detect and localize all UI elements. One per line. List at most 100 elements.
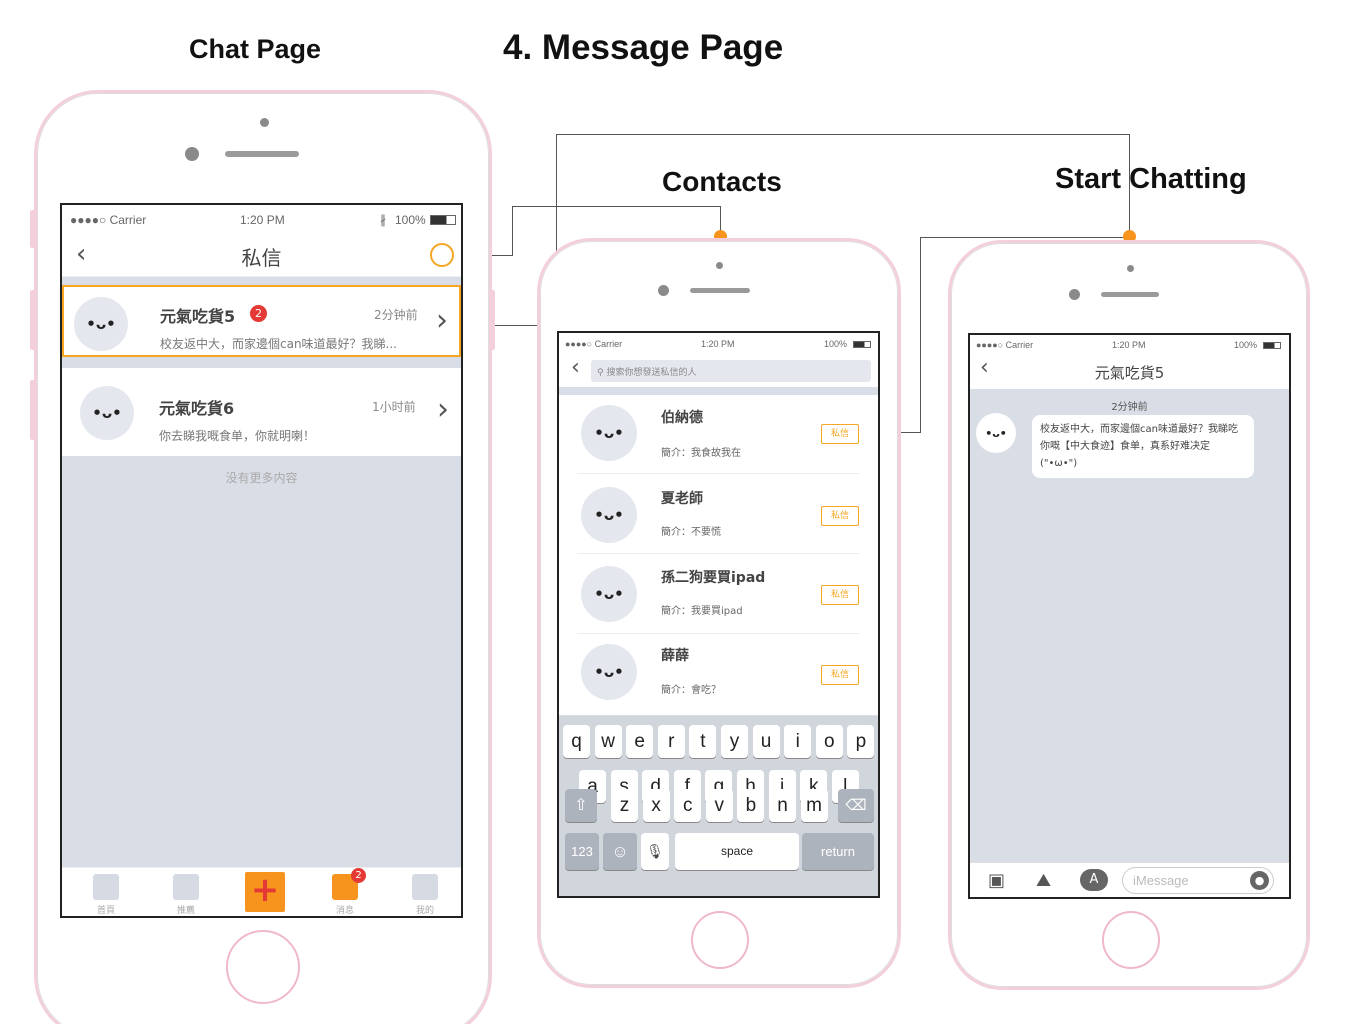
contact-name: 伯納德 [661, 410, 703, 426]
message-timestamp: 2分钟前 [1111, 402, 1148, 413]
key-v[interactable]: v [705, 789, 733, 822]
tab-profile[interactable]: 我的 [405, 874, 445, 916]
key-p[interactable]: p [847, 725, 875, 758]
conversation-title: 元氣吃貨5 [1094, 364, 1165, 382]
contact-item[interactable]: •ᴗ• 孫二狗要買ipad 簡介：我要買ipad 私信 [577, 555, 860, 634]
photos-icon[interactable]: ⛰ [1036, 870, 1051, 891]
chat-name: 元氣吃貨6 [159, 399, 235, 418]
contacts-icon[interactable] [430, 243, 454, 267]
key-b[interactable]: b [737, 789, 765, 822]
volume-button [30, 380, 36, 440]
contact-intro: 簡介：會吃？ [661, 685, 721, 696]
numbers-key[interactable]: 123 [565, 833, 599, 870]
message-bubble: 校友返中大，而家邊個can味道最好？我睇吃你嘅【中大食迹】食单，真系好难决定("… [1032, 415, 1254, 478]
key-i[interactable]: i [784, 725, 812, 758]
unread-badge: 2 [250, 305, 267, 322]
chatting-screen: ●●●●○ Carrier 1:20 PM 100% ‹ 元氣吃貨5 2分钟前 … [968, 333, 1291, 899]
chat-list-item[interactable]: •ᴗ• 元氣吃貨5 2 2分钟前 校友返中大，而家邊個can味道最好？我睇...… [62, 285, 461, 357]
sensor-dot [1127, 265, 1134, 272]
contact-item[interactable]: •ᴗ• 夏老師 簡介：不要慌 私信 [577, 475, 860, 554]
contact-intro: 簡介：我食故我在 [661, 448, 741, 459]
back-chevron-icon[interactable]: ‹ [571, 355, 580, 380]
message-button[interactable]: 私信 [821, 665, 859, 685]
avatar: •ᴗ• [581, 487, 637, 543]
home-button[interactable] [1102, 911, 1160, 969]
connector-line [1129, 134, 1130, 236]
contacts-heading: Contacts [662, 166, 782, 197]
chevron-right-icon: › [437, 392, 449, 427]
key-o[interactable]: o [815, 725, 843, 758]
status-bar: ●●●●○ Carrier 1:20 PM ∦ 100% [62, 205, 461, 233]
battery-icon [1263, 342, 1281, 349]
contact-name: 夏老師 [661, 491, 703, 507]
home-button[interactable] [691, 911, 749, 969]
search-input[interactable]: ⚲ 搜索你想發送私信的人 [591, 360, 871, 382]
avatar: •ᴗ• [80, 386, 134, 440]
avatar: •ᴗ• [581, 644, 637, 700]
bluetooth-icon: ∦ [380, 213, 386, 227]
key-r[interactable]: r [657, 725, 685, 758]
message-button[interactable]: 私信 [821, 506, 859, 526]
key-z[interactable]: z [611, 789, 638, 822]
microphone-key[interactable]: 🎙 [641, 833, 669, 870]
tab-recommend[interactable]: 推薦 [166, 874, 206, 916]
speaker [1101, 292, 1159, 297]
backspace-key[interactable]: ⌫ [838, 789, 874, 822]
nav-bar: ‹ 元氣吃貨5 [970, 355, 1289, 389]
contact-item[interactable]: •ᴗ• 伯納德 簡介：我食故我在 私信 [577, 395, 860, 474]
chat-name: 元氣吃貨5 [160, 307, 236, 326]
message-button[interactable]: 私信 [821, 424, 859, 444]
camera-icon[interactable]: ▣ [988, 870, 1005, 891]
return-key[interactable]: return [802, 833, 874, 870]
volume-button [30, 290, 36, 350]
key-e[interactable]: e [626, 725, 654, 758]
front-camera [1069, 289, 1080, 300]
key-m[interactable]: m [800, 789, 828, 822]
contact-intro: 簡介：我要買ipad [661, 606, 743, 617]
microphone-icon[interactable]: ● [1250, 871, 1269, 890]
front-camera [658, 285, 669, 296]
start-chatting-heading: Start Chatting [1055, 163, 1247, 195]
connector-line [556, 134, 1130, 135]
input-bar: ▣ ⛰ A iMessage ● [970, 862, 1289, 897]
clock: 1:20 PM [701, 339, 735, 349]
carrier: ●●●●○ Carrier [70, 213, 147, 227]
battery-level: 100% [395, 213, 426, 227]
tab-bar: 首頁 推薦 + 消息 2 我的 [62, 867, 461, 916]
clock: 1:20 PM [240, 213, 285, 227]
emoji-key[interactable]: ☺ [603, 833, 637, 870]
shift-key[interactable]: ⇧ [565, 789, 597, 822]
home-button[interactable] [226, 930, 300, 1004]
search-bar: ‹ ⚲ 搜索你想發送私信的人 [559, 355, 878, 387]
key-t[interactable]: t [689, 725, 717, 758]
connector-line [920, 237, 921, 433]
connector-line [512, 206, 513, 256]
chat-preview: 校友返中大，而家邊個can味道最好？我睇... [160, 337, 398, 351]
message-button[interactable]: 私信 [821, 585, 859, 605]
tab-home[interactable]: 首頁 [86, 874, 126, 916]
contacts-screen: ●●●●○ Carrier 1:20 PM 100% ‹ ⚲ 搜索你想發送私信的… [557, 331, 880, 898]
key-c[interactable]: c [674, 789, 702, 822]
avatar: •ᴗ• [581, 405, 637, 461]
tab-badge: 2 [351, 868, 366, 883]
key-q[interactable]: q [563, 725, 590, 758]
key-u[interactable]: u [752, 725, 780, 758]
key-w[interactable]: w [594, 725, 622, 758]
power-button [489, 290, 495, 350]
key-n[interactable]: n [769, 789, 796, 822]
chat-preview: 你去睇我嘅食单，你就明喇！ [159, 429, 316, 443]
chat-time: 1小时前 [372, 400, 416, 414]
key-x[interactable]: x [642, 789, 670, 822]
chat-list-item[interactable]: •ᴗ• 元氣吃貨6 1小时前 你去睇我嘅食单，你就明喇！ › [62, 368, 461, 456]
message-page-heading: 4. Message Page [503, 28, 784, 67]
add-post-button[interactable]: + [245, 872, 285, 912]
chat-page-heading: Chat Page [189, 34, 322, 64]
contact-item[interactable]: •ᴗ• 薛薛 簡介：會吃？ 私信 [577, 635, 860, 714]
key-y[interactable]: y [721, 725, 748, 758]
space-key[interactable]: space [675, 833, 799, 870]
battery-icon [853, 341, 871, 348]
battery-level: 100% [824, 339, 848, 349]
contact-intro: 簡介：不要慌 [661, 527, 721, 538]
app-store-icon[interactable]: A [1080, 869, 1108, 891]
avatar: •ᴗ• [74, 297, 128, 351]
